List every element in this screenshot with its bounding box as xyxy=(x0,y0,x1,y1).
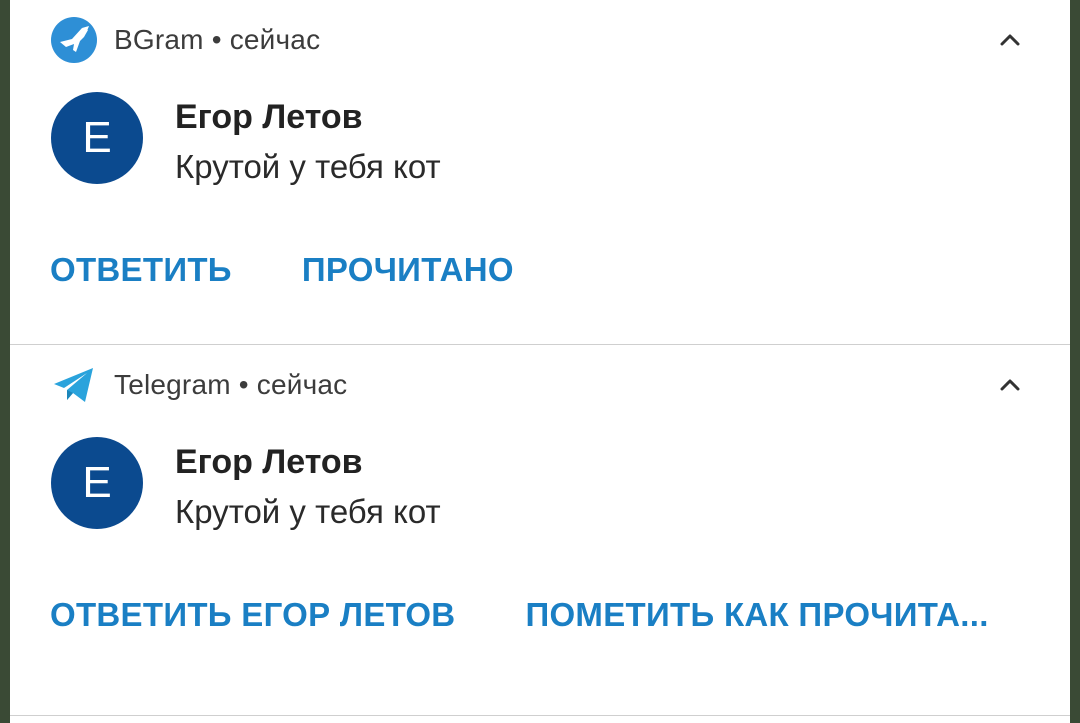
notification-header: BGram • сейчас xyxy=(50,16,320,64)
notification-time: сейчас xyxy=(229,24,321,55)
notification-actions: ОТВЕТИТЬ ПРОЧИТАНО xyxy=(50,246,584,294)
notification-header: Telegram • сейчас xyxy=(50,361,347,409)
divider xyxy=(10,715,1070,716)
sender-name: Егор Летов xyxy=(175,443,363,481)
notification-card-bgram[interactable]: BGram • сейчас Е Егор Летов Крутой у тебя … xyxy=(10,0,1070,344)
app-name: BGram xyxy=(114,24,204,55)
collapse-chevron-icon[interactable] xyxy=(990,365,1030,405)
mark-read-button[interactable]: ПРОЧИТАНО xyxy=(302,251,514,289)
time-separator: • xyxy=(238,369,249,400)
bgram-bird-icon xyxy=(50,16,98,64)
collapse-chevron-icon[interactable] xyxy=(990,20,1030,60)
reply-button[interactable]: ОТВЕТИТЬ ЕГОР ЛЕТОВ xyxy=(50,596,455,634)
notification-card-telegram[interactable]: Telegram • сейчас Е Егор Летов Крутой у те… xyxy=(10,345,1070,715)
notification-actions: ОТВЕТИТЬ ЕГОР ЛЕТОВ ПОМЕТИТЬ КАК ПРОЧИТА… xyxy=(50,591,1059,639)
avatar: Е xyxy=(51,437,143,529)
notification-time: сейчас xyxy=(256,369,348,400)
time-separator: • xyxy=(211,24,222,55)
message-text: Крутой у тебя кот xyxy=(175,493,441,530)
message-text: Крутой у тебя кот xyxy=(175,148,441,185)
mark-read-button[interactable]: ПОМЕТИТЬ КАК ПРОЧИТА... xyxy=(525,596,988,634)
reply-button[interactable]: ОТВЕТИТЬ xyxy=(50,251,232,289)
sender-name: Егор Летов xyxy=(175,98,363,136)
avatar: Е xyxy=(51,92,143,184)
telegram-paper-plane-icon xyxy=(50,361,98,409)
app-name: Telegram xyxy=(114,369,231,400)
